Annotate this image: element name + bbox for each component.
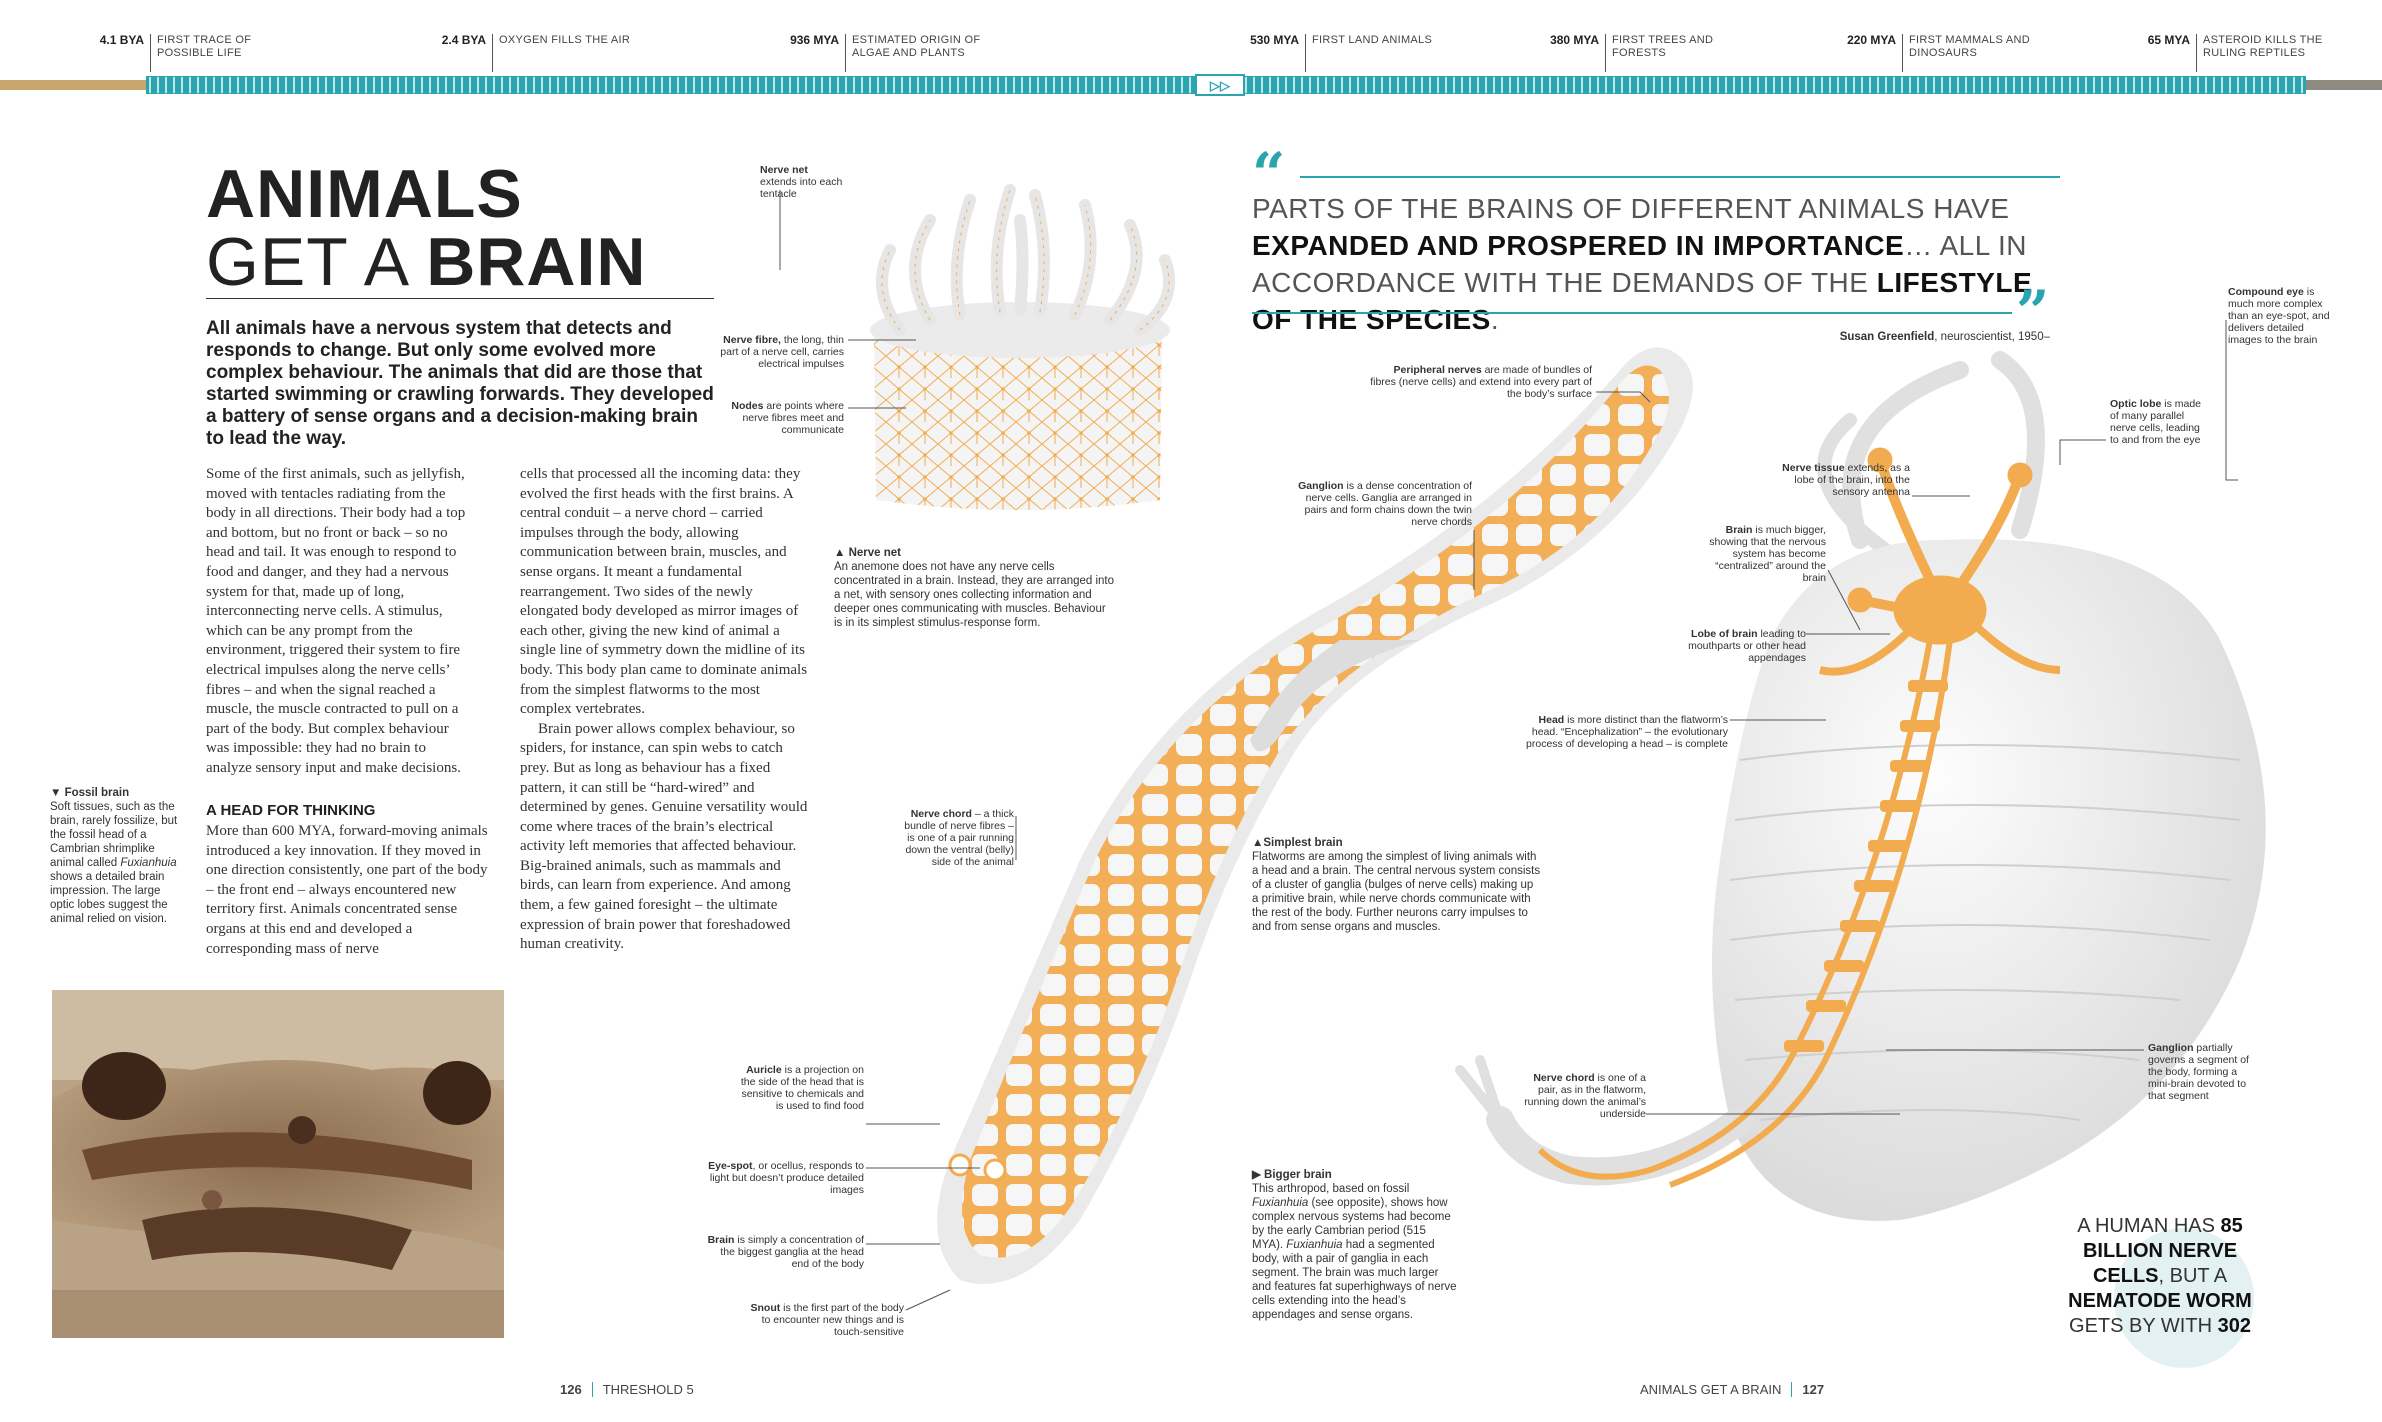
title-rule xyxy=(206,298,714,299)
fossil-caption: ▼ Fossil brain Soft tissues, such as the… xyxy=(50,787,178,925)
label-eye-spot: Eye-spot, or ocellus, responds to light … xyxy=(708,1160,864,1196)
body-column-2: cells that processed all the incoming da… xyxy=(520,466,808,953)
body-column-1b: More than 600 MYA, forward-moving animal… xyxy=(206,823,488,957)
timeline-event: 2.4 BYA OXYGEN FILLS THE AIR xyxy=(442,34,649,72)
label-nerve-chord-arthropod: Nerve chord is one of a pair, as in the … xyxy=(1524,1072,1646,1120)
timeline-event: 530 MYA FIRST LAND ANIMALS xyxy=(1250,34,1462,72)
label-auricle: Auricle is a projection on the side of t… xyxy=(740,1064,864,1112)
folio-right: ANIMALS GET A BRAIN 127 xyxy=(1640,1382,1825,1397)
subheading-head-for-thinking: A HEAD FOR THINKING xyxy=(206,802,376,819)
stat-callout: A HUMAN HAS 85 BILLION NERVE CELLS, BUT … xyxy=(2068,1215,2252,1337)
svg-text:▷▷: ▷▷ xyxy=(1209,78,1231,93)
timeline-event: 4.1 BYA FIRST TRACE OF POSSIBLE LIFE xyxy=(100,34,307,72)
timeline-bar: ▷▷ xyxy=(0,74,2382,96)
page-title: ANIMALS GET A BRAIN xyxy=(206,156,647,300)
timeline-event: 65 MYA ASTEROID KILLS THE RULING REPTILES xyxy=(2148,34,2323,72)
quote-open-mark: “ xyxy=(1252,140,1286,208)
timeline-event: 220 MYA FIRST MAMMALS AND DINOSAURS xyxy=(1847,34,2059,72)
timeline-event: 380 MYA FIRST TREES AND FORESTS xyxy=(1550,34,1762,72)
intro-paragraph: All animals have a nervous system that d… xyxy=(206,318,714,449)
quote-top-rule xyxy=(1300,176,2060,178)
body-column-1: Some of the first animals, such as jelly… xyxy=(206,466,466,776)
fossil-photo xyxy=(52,990,504,1338)
folio-left: 126 THRESHOLD 5 xyxy=(560,1382,694,1397)
arthropod-leader-lines xyxy=(1646,320,2238,1115)
label-brain-flatworm: Brain is simply a concentration of the b… xyxy=(707,1234,864,1270)
arthropod-caption: ▶ Bigger brain This arthropod, based on … xyxy=(1252,1169,1457,1321)
timeline-event: 936 MYA ESTIMATED ORIGIN OF ALGAE AND PLA… xyxy=(790,34,1002,72)
